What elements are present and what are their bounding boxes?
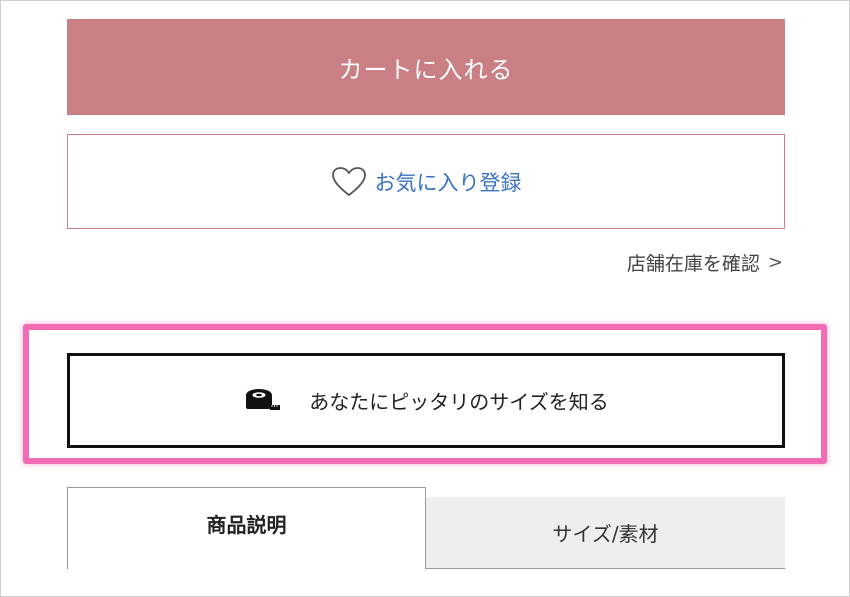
favorite-button[interactable]: お気に入り登録: [67, 134, 785, 229]
measuring-tape-icon: [243, 386, 281, 416]
chevron-right-icon: >: [767, 252, 783, 273]
store-stock-label: 店舗在庫を確認: [626, 253, 760, 275]
store-stock-link[interactable]: 店舗在庫を確認 >: [627, 249, 783, 276]
product-tabs: 商品説明 サイズ/素材: [67, 487, 785, 569]
product-panel: カートに入れる お気に入り登録 店舗在庫を確認 > あなたにピッタリのサイズを知…: [0, 0, 850, 597]
fit-size-button[interactable]: あなたにピッタリのサイズを知る: [67, 353, 785, 448]
fit-size-label: あなたにピッタリのサイズを知る: [309, 392, 609, 414]
add-to-cart-button[interactable]: カートに入れる: [67, 19, 785, 115]
heart-outline-icon: [331, 166, 367, 198]
favorite-label: お気に入り登録: [374, 171, 522, 195]
tab-size-material[interactable]: サイズ/素材: [426, 497, 785, 569]
tab-product-description[interactable]: 商品説明: [67, 487, 426, 569]
